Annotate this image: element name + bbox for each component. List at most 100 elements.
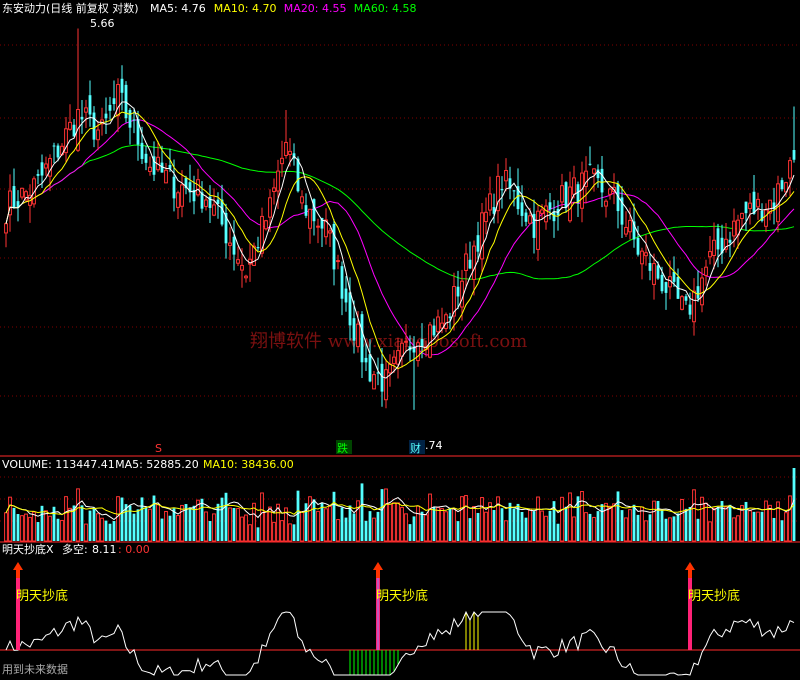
candle-body-up [436, 316, 440, 333]
volume-bar-up [116, 496, 120, 542]
volume-bar-down [352, 513, 356, 541]
volume-bar-up [712, 507, 716, 542]
volume-bar-up [560, 496, 564, 542]
candle-body-down [344, 288, 348, 303]
volume-bar-down [456, 521, 460, 541]
candle-body-down [40, 162, 44, 176]
candle-body-up [264, 220, 268, 230]
volume-bar-down [108, 523, 112, 541]
volume-bar-down [172, 508, 176, 541]
volume-bar-down [636, 514, 640, 541]
chart-title: 东安动力(日线 前复权 对数) [2, 1, 139, 15]
volume-bar-up [164, 510, 168, 542]
future-data-note: 用到未来数据 [2, 662, 68, 676]
volume-bar-up [60, 519, 64, 542]
candle-body-up [652, 263, 656, 285]
candle-body-up [20, 187, 24, 198]
volume-bar-up [228, 507, 232, 542]
candle-body-down [140, 142, 144, 159]
volume-bar-up [644, 520, 648, 542]
candle-body-down [524, 212, 528, 222]
volume-bar-down [616, 491, 620, 541]
volume-bar-up [480, 497, 484, 542]
volume-bar-down [620, 510, 624, 541]
volume-bar-up [572, 516, 576, 542]
candle-body-up [536, 210, 540, 250]
candle-body-down [128, 109, 132, 128]
candle-body-down [380, 363, 384, 392]
volume-bar-down [120, 497, 124, 541]
candle-body-down [340, 266, 344, 299]
candle-body-down [232, 236, 236, 255]
candle-body-down [564, 182, 568, 208]
volume-bar-up [44, 510, 48, 542]
volume-bar-up [24, 513, 28, 542]
candle-body-up [228, 242, 232, 246]
candle-body-down [256, 247, 260, 249]
volume-bar-down [632, 504, 636, 541]
candle-body-down [648, 263, 652, 271]
candle-body-up [196, 179, 200, 196]
candle-body-down [132, 119, 136, 121]
volume-bar-up [76, 488, 80, 542]
ma-legend: MA5: 4.76 MA10: 4.70 MA20: 4.55 MA60: 4.58 [150, 2, 417, 15]
volume-bar-up [264, 511, 268, 542]
volume-bar-up [396, 502, 400, 542]
volume-bar-up [592, 516, 596, 542]
candle-body-up [464, 253, 468, 272]
candle-body-up [276, 170, 280, 192]
volume-bar-down [752, 511, 756, 541]
volume-bar-down [80, 505, 84, 541]
candle-body-down [12, 186, 16, 209]
volume-bar-up [260, 492, 264, 542]
candle-body-up [240, 264, 244, 271]
candle-body-up [428, 324, 432, 358]
volume-bar-up [472, 506, 476, 542]
volume-bar-down [720, 501, 724, 541]
volume-bar-down [104, 520, 108, 541]
ma-legend-item: MA20: 4.55 [284, 2, 347, 15]
candle-body-up [692, 290, 696, 323]
candle-body-down [332, 223, 336, 270]
volume-bar-up [400, 506, 404, 542]
volume-bar-up [384, 488, 388, 542]
candle-body-down [432, 325, 436, 336]
volume-bar-down [132, 513, 136, 541]
volume-bar-down [296, 490, 300, 541]
volume-legend-item: MA5: 52885.20 [115, 458, 199, 471]
candle-body-down [684, 296, 688, 301]
volume-bar-down [312, 499, 316, 541]
candle-body-down [364, 357, 368, 363]
volume-bar-up [692, 489, 696, 542]
volume-bar-up [32, 511, 36, 542]
candle-body-down [548, 202, 552, 210]
volume-bar-down [548, 510, 552, 541]
candle-body-up [748, 202, 752, 210]
volume-bar-down [500, 508, 504, 541]
candle-body-up [316, 225, 320, 228]
candle-body-down [696, 286, 700, 299]
candle-body-up [204, 199, 208, 207]
candle-body-up [236, 259, 240, 264]
volume-legend: VOLUME: 113447.41 MA5: 52885.20 MA10: 3843… [2, 458, 294, 471]
signal-bar [688, 572, 692, 650]
volume-bar-up [604, 502, 608, 542]
candle-body-up [268, 197, 272, 218]
volume-bar-up [544, 515, 548, 542]
candle-body-down [360, 314, 364, 363]
volume-bar-up [764, 500, 768, 542]
candle-body-up [708, 251, 712, 258]
candle-body-down [88, 95, 92, 115]
candle-body-up [628, 219, 632, 233]
signal-label: 明天抄底 [16, 588, 68, 604]
volume-bar-up [428, 493, 432, 542]
volume-bar-down [780, 520, 784, 541]
volume-bar-down [144, 507, 148, 541]
volume-bar-up [668, 517, 672, 542]
volume-bar-down [648, 514, 652, 541]
volume-bar-up [536, 496, 540, 542]
candle-body-up [560, 185, 564, 203]
candle-body-up [84, 107, 88, 113]
candle-body-up [572, 177, 576, 195]
candle-body-down [716, 228, 720, 250]
